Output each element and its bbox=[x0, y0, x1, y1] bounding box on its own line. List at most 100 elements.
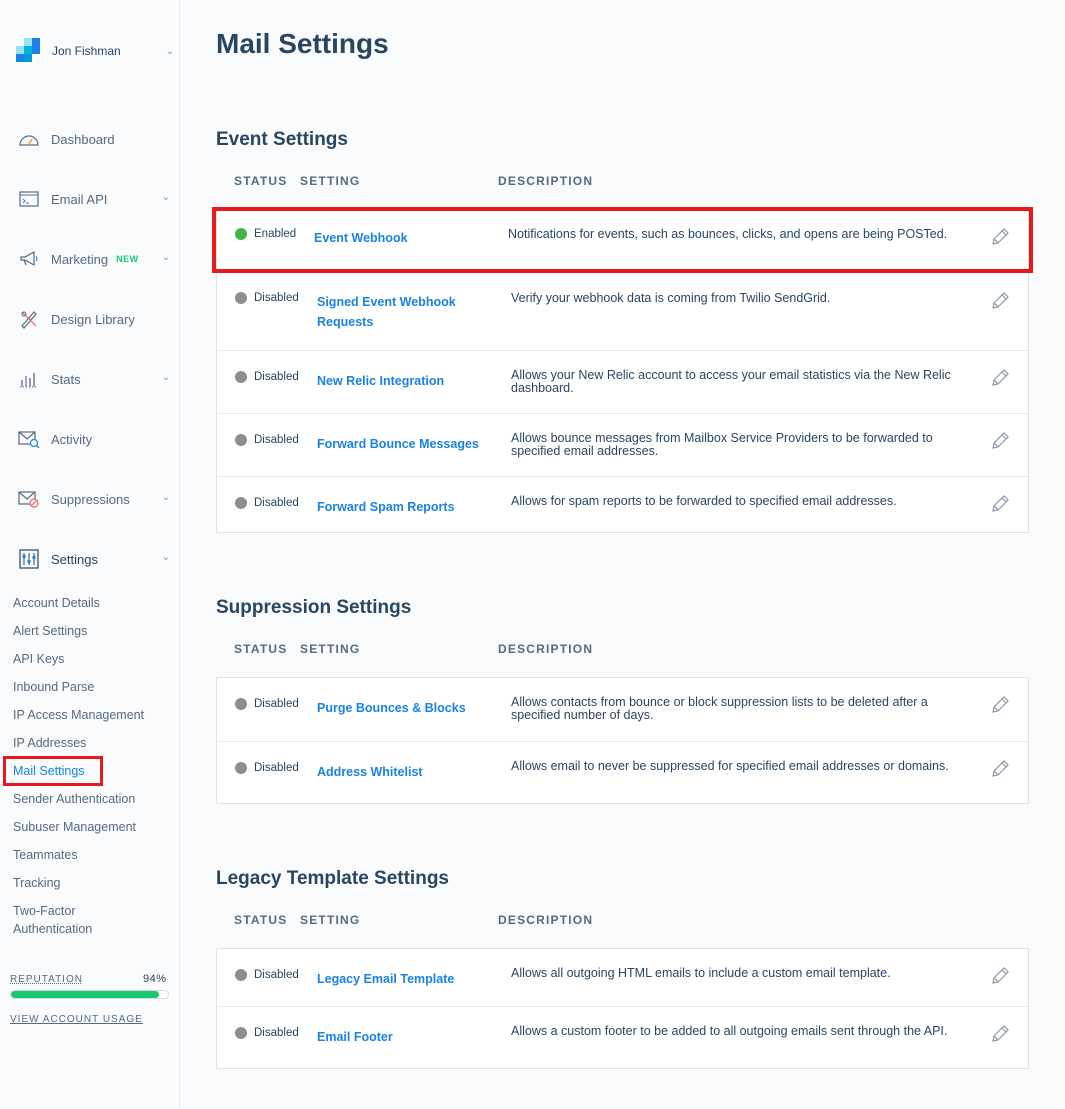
account-switcher[interactable]: Jon Fishman ⌄ bbox=[16, 38, 176, 64]
column-header-setting: SETTING bbox=[300, 642, 361, 656]
settings-item-two-factor-authentication[interactable]: Authentication bbox=[13, 920, 92, 938]
section-title-suppression-settings: Suppression Settings bbox=[216, 597, 412, 618]
reputation-label: REPUTATION bbox=[10, 974, 83, 985]
setting-link-forward-spam-reports[interactable]: Forward Spam Reports bbox=[317, 497, 497, 517]
setting-description: Allows your New Relic account to access … bbox=[511, 368, 951, 395]
reputation-bar bbox=[10, 990, 169, 999]
sendgrid-logo bbox=[16, 38, 42, 64]
nav-settings[interactable]: Settings ⌄ bbox=[18, 547, 174, 571]
pencil-edit-icon[interactable] bbox=[990, 695, 1012, 717]
setting-link-legacy-email-template[interactable]: Legacy Email Template bbox=[317, 969, 497, 989]
status-dot-disabled bbox=[235, 1027, 247, 1039]
chevron-down-icon: ⌄ bbox=[161, 372, 170, 383]
status-dot-disabled bbox=[235, 434, 247, 446]
status-label: Disabled bbox=[254, 292, 299, 304]
setting-description: Verify your webhook data is coming from … bbox=[511, 291, 831, 305]
email-api-icon bbox=[18, 188, 40, 210]
page-title: Mail Settings bbox=[216, 28, 389, 59]
status-label: Disabled bbox=[254, 371, 299, 383]
nav-settings-label: Settings bbox=[51, 551, 98, 567]
settings-item-inbound-parse[interactable]: Inbound Parse bbox=[13, 678, 94, 696]
column-header-setting: SETTING bbox=[300, 913, 361, 927]
pencil-edit-icon[interactable] bbox=[990, 431, 1012, 453]
setting-description: Allows for spam reports to be forwarded … bbox=[511, 494, 897, 508]
chevron-down-icon: ⌄ bbox=[165, 45, 175, 57]
nav-email-api[interactable]: Email API ⌄ bbox=[18, 187, 174, 211]
setting-description: Allows bounce messages from Mailbox Serv… bbox=[511, 431, 933, 458]
table-row: Disabled Forward Bounce Messages Allows … bbox=[217, 413, 1028, 476]
pencil-edit-icon[interactable] bbox=[990, 494, 1012, 516]
nav-activity-label: Activity bbox=[51, 431, 93, 447]
setting-description: Allows contacts from bounce or block sup… bbox=[511, 695, 928, 722]
status-indicator: Disabled bbox=[235, 497, 299, 509]
settings-item-sender-authentication[interactable]: Sender Authentication bbox=[13, 790, 135, 808]
status-dot-disabled bbox=[235, 497, 247, 509]
pencil-edit-icon[interactable] bbox=[990, 759, 1012, 781]
settings-item-tracking[interactable]: Tracking bbox=[13, 874, 60, 892]
settings-item-subuser-management[interactable]: Subuser Management bbox=[13, 818, 136, 836]
status-label: Disabled bbox=[254, 698, 299, 710]
mail-settings-highlight-box bbox=[3, 756, 103, 786]
pencil-edit-icon[interactable] bbox=[990, 291, 1012, 313]
reputation-value: 94% bbox=[143, 973, 167, 985]
settings-item-account-details[interactable]: Account Details bbox=[13, 594, 100, 612]
setting-link-new-relic-integration[interactable]: New Relic Integration bbox=[317, 371, 497, 391]
table-row: Disabled Forward Spam Reports Allows for… bbox=[217, 476, 1028, 532]
setting-link-forward-bounce-messages[interactable]: Forward Bounce Messages bbox=[317, 434, 507, 454]
pencil-edit-icon[interactable] bbox=[990, 368, 1012, 390]
setting-link-purge-bounces-blocks[interactable]: Purge Bounces & Blocks bbox=[317, 698, 497, 718]
settings-sliders-icon bbox=[18, 548, 40, 570]
table-row: Disabled Purge Bounces & Blocks Allows c… bbox=[217, 678, 1028, 741]
chevron-down-icon: ⌄ bbox=[161, 192, 170, 203]
activity-icon bbox=[18, 428, 40, 450]
settings-item-ip-addresses[interactable]: IP Addresses bbox=[13, 734, 86, 752]
setting-description: Allows a custom footer to be added to al… bbox=[511, 1024, 948, 1038]
setting-description: Allows email to never be suppressed for … bbox=[511, 759, 949, 773]
nav-design-library-label: Design Library bbox=[51, 311, 135, 327]
status-dot-disabled bbox=[235, 969, 247, 981]
settings-item-ip-access-management[interactable]: IP Access Management bbox=[13, 706, 144, 724]
status-label: Disabled bbox=[254, 434, 299, 446]
pencil-edit-icon[interactable] bbox=[990, 966, 1012, 988]
table-row: Disabled Signed Event Webhook Requests V… bbox=[217, 271, 1028, 350]
design-library-icon bbox=[18, 308, 40, 330]
nav-marketing[interactable]: Marketing NEW ⌄ bbox=[18, 247, 174, 271]
nav-email-api-label: Email API bbox=[51, 191, 108, 207]
status-indicator: Disabled bbox=[235, 698, 299, 710]
status-label: Disabled bbox=[254, 1027, 299, 1039]
status-label: Disabled bbox=[254, 969, 299, 981]
chevron-down-icon: ⌄ bbox=[161, 252, 170, 263]
pencil-edit-icon[interactable] bbox=[990, 1024, 1012, 1046]
status-dot-disabled bbox=[235, 371, 247, 383]
chevron-down-icon: ⌄ bbox=[161, 552, 170, 563]
settings-item-teammates[interactable]: Teammates bbox=[13, 846, 78, 864]
nav-stats-label: Stats bbox=[51, 371, 81, 387]
table-row: Disabled New Relic Integration Allows yo… bbox=[217, 350, 1028, 413]
nav-suppressions[interactable]: Suppressions ⌄ bbox=[18, 487, 174, 511]
nav-design-library[interactable]: Design Library bbox=[18, 307, 174, 331]
nav-suppressions-label: Suppressions bbox=[51, 491, 130, 507]
setting-link-signed-event-webhook[interactable]: Signed Event Webhook Requests bbox=[317, 292, 477, 332]
new-badge: NEW bbox=[116, 254, 139, 264]
status-label: Disabled bbox=[254, 762, 299, 774]
table-row: Disabled Email Footer Allows a custom fo… bbox=[217, 1006, 1028, 1068]
nav-marketing-label: Marketing bbox=[51, 251, 109, 267]
stats-icon bbox=[18, 368, 40, 390]
settings-item-alert-settings[interactable]: Alert Settings bbox=[13, 622, 87, 640]
status-indicator: Disabled bbox=[235, 1027, 299, 1039]
nav-activity[interactable]: Activity bbox=[18, 427, 174, 451]
settings-item-two-factor[interactable]: Two-Factor bbox=[13, 902, 76, 920]
setting-link-address-whitelist[interactable]: Address Whitelist bbox=[317, 762, 497, 782]
column-header-status: STATUS bbox=[234, 174, 288, 188]
nav-dashboard[interactable]: Dashboard bbox=[18, 127, 174, 151]
view-account-usage-link[interactable]: VIEW ACCOUNT USAGE bbox=[10, 1014, 143, 1025]
settings-item-api-keys[interactable]: API Keys bbox=[13, 650, 64, 668]
nav-dashboard-label: Dashboard bbox=[51, 131, 115, 147]
user-name: Jon Fishman bbox=[52, 44, 121, 58]
status-indicator: Disabled bbox=[235, 762, 299, 774]
setting-link-email-footer[interactable]: Email Footer bbox=[317, 1027, 497, 1047]
nav-stats[interactable]: Stats ⌄ bbox=[18, 367, 174, 391]
column-header-description: DESCRIPTION bbox=[498, 642, 594, 656]
column-header-description: DESCRIPTION bbox=[498, 174, 594, 188]
suppression-settings-card: Disabled Purge Bounces & Blocks Allows c… bbox=[216, 677, 1029, 804]
